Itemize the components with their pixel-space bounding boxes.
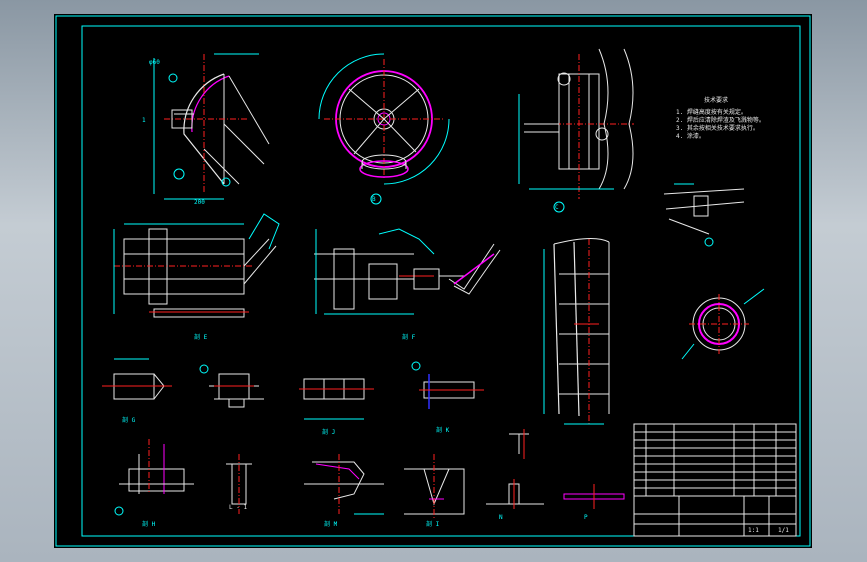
tech-requirements: 技术要求 1. 焊缝高度按有关规定。 2. 焊后应清除焊渣及飞溅物等。 3. 其… xyxy=(676,96,765,140)
tech-line-3: 3. 其余按相关技术要求执行。 xyxy=(676,124,759,132)
title-block: 1/1 1:1 xyxy=(633,423,797,537)
svg-text:P: P xyxy=(584,514,588,521)
svg-text:剖 K: 剖 K xyxy=(436,426,450,434)
svg-text:φ60: φ60 xyxy=(149,59,160,66)
view-detail-2 xyxy=(199,364,264,408)
svg-text:N: N xyxy=(499,514,503,521)
section-label-e: 剖 E xyxy=(194,333,208,341)
svg-text:剖 M: 剖 M xyxy=(324,520,338,528)
section-label-g: 剖 G xyxy=(122,416,136,424)
inner-border xyxy=(81,25,801,537)
view-detail-8: 剖 I xyxy=(404,454,465,528)
view-detail-right xyxy=(663,183,745,247)
view-mid-left: 剖 E xyxy=(113,213,280,341)
svg-text:剖 J: 剖 J xyxy=(322,428,335,436)
view-mid-center: 剖 F xyxy=(314,228,501,341)
view-detail-5: 剖 H xyxy=(114,439,194,528)
section-label-f: 剖 F xyxy=(402,333,416,341)
outer-frame xyxy=(55,15,811,547)
view-detail-10 xyxy=(509,429,529,459)
tech-title: 技术要求 xyxy=(704,96,728,104)
view-detail-1: 剖 G xyxy=(102,358,172,424)
svg-text:200: 200 xyxy=(194,199,205,206)
view-detail-6: L - 1 xyxy=(226,454,252,514)
view-ladder xyxy=(543,238,610,425)
drawing-scale: 1:1 xyxy=(748,527,759,534)
view-ring-section xyxy=(681,288,765,360)
cad-viewport[interactable]: 1 φ60 200 B C 技术要求 1. 焊缝高度按有关规定。 2. 焊后应清… xyxy=(54,14,812,548)
svg-text:1: 1 xyxy=(142,117,146,124)
view-top-left: 1 φ60 200 xyxy=(142,53,270,206)
view-top-right: C xyxy=(518,48,634,213)
sheet-number: 1/1 xyxy=(778,527,789,534)
section-label-h: 剖 H xyxy=(142,520,156,528)
view-detail-7: 剖 M xyxy=(304,454,384,528)
section-label-i: 剖 I xyxy=(426,520,440,528)
tech-line-2: 2. 焊后应清除焊渣及飞溅物等。 xyxy=(676,116,765,124)
tech-line-4: 4. 涂漆。 xyxy=(676,132,705,140)
drawing-sheet: 1 φ60 200 B C 技术要求 1. 焊缝高度按有关规定。 2. 焊后应清… xyxy=(55,15,811,547)
view-detail-4: 剖 K xyxy=(411,361,484,434)
svg-text:C: C xyxy=(555,204,559,211)
view-detail-11: P xyxy=(563,484,625,521)
view-top-mid: B xyxy=(318,53,450,205)
view-detail-3: 剖 J xyxy=(299,378,374,436)
section-label-l1: L - 1 xyxy=(229,504,247,511)
view-detail-9: N xyxy=(486,479,544,521)
svg-text:B: B xyxy=(372,196,376,203)
tech-line-1: 1. 焊缝高度按有关规定。 xyxy=(676,108,747,116)
